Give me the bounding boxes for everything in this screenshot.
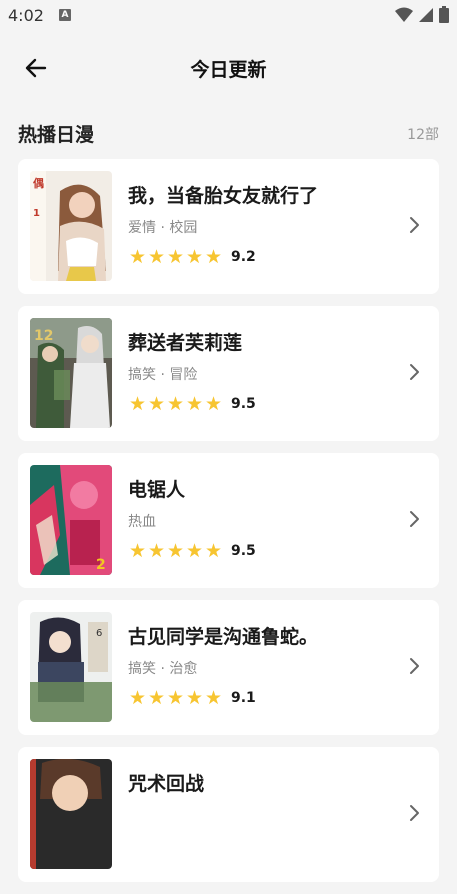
item-info: 古见同学是沟通鲁蛇。 搞笑 · 治愈 ★ ★ ★ ★ ★ 9.1 [128,622,399,708]
svg-text:12: 12 [34,328,53,344]
notification-icon: A [59,9,71,21]
chevron-right-icon [410,217,419,233]
star-icon: ★ [204,540,223,562]
star-icon: ★ [185,393,204,415]
item-tags: 搞笑 · 治愈 [128,661,198,677]
item-title: 葬送者芙莉莲 [128,332,243,354]
star-icon: ★ [166,540,185,562]
star-icon: ★ [185,540,204,562]
item-title: 电锯人 [128,479,186,501]
section-header: 热播日漫 12部 [18,118,439,148]
star-rating: ★ ★ ★ ★ ★ [128,541,223,561]
rating-row: ★ ★ ★ ★ ★ 9.5 [128,394,399,414]
status-time: 4:02 [8,6,44,25]
chevron-right-icon [410,511,419,527]
star-icon: ★ [185,246,204,268]
list-item[interactable]: 6 古见同学是沟通鲁蛇。 搞笑 · 治愈 ★ ★ ★ ★ ★ 9.1 [18,600,439,735]
svg-text:2: 2 [96,557,106,573]
rating-score: 9.1 [231,690,256,706]
page-title: 今日更新 [190,59,267,81]
list-item[interactable]: 咒术回战 [18,747,439,882]
item-info: 葬送者芙莉莲 搞笑 · 冒险 ★ ★ ★ ★ ★ 9.5 [128,328,399,414]
star-icon: ★ [147,687,166,709]
cover-image: 2 [30,465,112,575]
wifi-icon [395,7,413,22]
rating-score: 9.2 [231,249,256,265]
section-count: 12部 [407,127,439,143]
section-title: 热播日漫 [18,124,95,146]
item-info: 电锯人 热血 ★ ★ ★ ★ ★ 9.5 [128,475,399,561]
svg-text:1: 1 [33,208,40,219]
star-icon: ★ [185,687,204,709]
top-bar: 今日更新 [0,40,457,96]
item-tags [128,805,399,825]
chevron-right-icon [410,805,419,821]
star-icon: ★ [204,246,223,268]
cover-image: 12 [30,318,112,428]
star-icon: ★ [147,246,166,268]
item-title: 我，当备胎女友就行了 [128,185,319,207]
star-icon: ★ [204,687,223,709]
item-tags: 搞笑 · 冒险 [128,367,198,383]
rating-row: ★ ★ ★ ★ ★ 9.5 [128,541,399,561]
chevron-right-icon [410,364,419,380]
star-icon: ★ [147,393,166,415]
chevron-right-icon [410,658,419,674]
list-item[interactable]: 12 葬送者芙莉莲 搞笑 · 冒险 ★ ★ ★ ★ ★ 9.5 [18,306,439,441]
manga-list: 偶 1 我，当备胎女友就行了 爱情 · 校园 ★ ★ ★ ★ ★ 9.2 12 … [18,159,439,894]
item-tags: 热血 [128,514,156,530]
rating-row: ★ ★ ★ ★ ★ 9.2 [128,247,399,267]
list-item[interactable]: 2 电锯人 热血 ★ ★ ★ ★ ★ 9.5 [18,453,439,588]
star-icon: ★ [128,246,147,268]
star-icon: ★ [166,246,185,268]
star-rating: ★ ★ ★ ★ ★ [128,394,223,414]
cover-image: 6 [30,612,112,722]
star-icon: ★ [128,540,147,562]
star-rating: ★ ★ ★ ★ ★ [128,247,223,267]
rating-score: 9.5 [231,543,256,559]
status-icons [395,6,449,23]
star-icon: ★ [204,393,223,415]
list-item[interactable]: 偶 1 我，当备胎女友就行了 爱情 · 校园 ★ ★ ★ ★ ★ 9.2 [18,159,439,294]
star-icon: ★ [166,687,185,709]
item-info: 咒术回战 [128,769,399,825]
item-title: 咒术回战 [128,773,205,795]
svg-text:6: 6 [96,628,102,639]
item-title: 古见同学是沟通鲁蛇。 [128,626,319,648]
star-icon: ★ [128,393,147,415]
status-bar: 4:02 A [0,0,457,32]
cover-image: 偶 1 [30,171,112,281]
signal-icon [419,7,433,22]
star-icon: ★ [147,540,166,562]
rating-row: ★ ★ ★ ★ ★ 9.1 [128,688,399,708]
star-icon: ★ [166,393,185,415]
svg-text:偶: 偶 [33,176,44,190]
item-info: 我，当备胎女友就行了 爱情 · 校园 ★ ★ ★ ★ ★ 9.2 [128,181,399,267]
item-tags: 爱情 · 校园 [128,220,198,236]
battery-icon [439,6,449,23]
star-icon: ★ [128,687,147,709]
star-rating: ★ ★ ★ ★ ★ [128,688,223,708]
cover-image [30,759,112,869]
rating-score: 9.5 [231,396,256,412]
